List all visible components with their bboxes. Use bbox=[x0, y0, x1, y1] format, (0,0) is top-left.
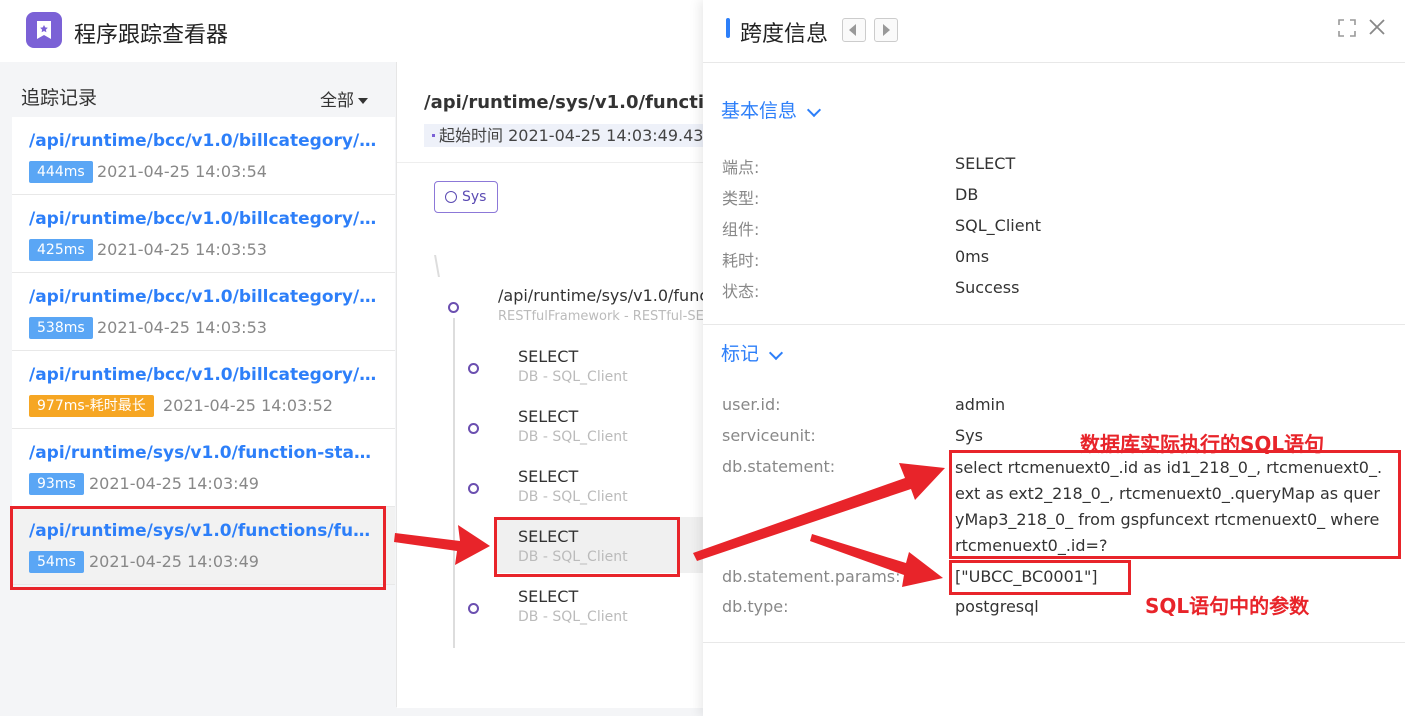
annotation-box-trace bbox=[10, 506, 386, 590]
section-title: 基本信息 bbox=[721, 100, 798, 122]
duration-badge: 444ms bbox=[29, 161, 93, 183]
trace-list-title: 追踪记录 bbox=[21, 87, 98, 109]
basic-key: 端点: bbox=[722, 158, 760, 177]
span-node-icon bbox=[468, 423, 479, 434]
chevron-down-icon bbox=[806, 102, 822, 117]
section-title: 标记 bbox=[721, 343, 760, 365]
span-info-title: 跨度信息 bbox=[740, 22, 829, 47]
expand-icon[interactable] bbox=[1338, 19, 1356, 37]
span-node-icon bbox=[468, 603, 479, 614]
app-title: 程序跟踪查看器 bbox=[74, 23, 229, 48]
close-icon[interactable] bbox=[1368, 18, 1386, 36]
tag-key: db.statement.params: bbox=[722, 567, 901, 586]
span-node-icon bbox=[468, 483, 479, 494]
tag-key: user.id: bbox=[722, 395, 781, 414]
duration-badge: 425ms bbox=[29, 239, 93, 261]
trace-filter-dropdown[interactable]: 全部 bbox=[320, 86, 368, 111]
divider bbox=[703, 324, 1405, 325]
trace-path: /api/runtime/bcc/v1.0/billcategory/billc… bbox=[29, 209, 379, 229]
span-row[interactable]: SELECT DB - SQL_Client bbox=[497, 397, 703, 453]
basic-value: SELECT bbox=[955, 154, 1016, 173]
root-span-node-icon bbox=[448, 302, 459, 313]
divider bbox=[703, 642, 1405, 643]
annotation-box-span bbox=[494, 517, 680, 577]
trace-path: /api/runtime/bcc/v1.0/billcategory/billc… bbox=[29, 131, 379, 151]
horizontal-scrollbar[interactable] bbox=[0, 707, 703, 716]
root-span-name[interactable]: /api/runtime/sys/v1.0/funct bbox=[498, 286, 714, 305]
service-tag-sys[interactable]: Sys bbox=[434, 181, 498, 213]
trace-time: 2021-04-25 14:03:54 bbox=[97, 162, 267, 181]
root-span-subtitle: RESTfulFramework - RESTful-SE bbox=[498, 309, 704, 324]
filter-label: 全部 bbox=[320, 91, 354, 111]
tag-key: db.type: bbox=[722, 597, 789, 616]
annotation-box-statement bbox=[949, 450, 1401, 559]
tag-key: serviceunit: bbox=[722, 426, 816, 445]
trace-path: /api/runtime/bcc/v1.0/billcategory/billc… bbox=[29, 287, 379, 307]
span-name: SELECT bbox=[518, 587, 579, 606]
chevron-down-icon bbox=[768, 345, 784, 360]
span-name: SELECT bbox=[518, 407, 579, 426]
next-span-button[interactable] bbox=[874, 18, 898, 42]
span-subtitle: DB - SQL_Client bbox=[518, 489, 628, 505]
span-node-icon bbox=[468, 363, 479, 374]
duration-badge: 538ms bbox=[29, 317, 93, 339]
duration-badge: 93ms bbox=[29, 473, 84, 495]
tag-value: postgresql bbox=[955, 597, 1039, 616]
span-row[interactable]: SELECT DB - SQL_Client bbox=[497, 577, 703, 633]
trace-list-item[interactable]: /api/runtime/bcc/v1.0/billcategory/billc… bbox=[12, 195, 395, 273]
trace-list-item[interactable]: /api/runtime/bcc/v1.0/billcategory/billc… bbox=[12, 351, 395, 429]
trace-path: /api/runtime/bcc/v1.0/billcategory/billc… bbox=[29, 365, 379, 385]
span-row[interactable]: SELECT DB - SQL_Client bbox=[497, 457, 703, 513]
trace-list-item[interactable]: /api/runtime/bcc/v1.0/billcategory/billc… bbox=[12, 117, 395, 195]
span-subtitle: DB - SQL_Client bbox=[518, 369, 628, 385]
basic-value: 0ms bbox=[955, 247, 990, 266]
tree-connector bbox=[453, 318, 455, 648]
trace-list-item[interactable]: /api/runtime/sys/v1.0/function-states 93… bbox=[12, 429, 395, 507]
span-name: SELECT bbox=[518, 467, 579, 486]
tag-key: db.statement: bbox=[722, 457, 836, 476]
span-subtitle: DB - SQL_Client bbox=[518, 429, 628, 445]
basic-value: DB bbox=[955, 185, 979, 204]
basic-key: 状态: bbox=[722, 282, 760, 301]
service-tag-label: Sys bbox=[462, 189, 487, 205]
trace-time: 2021-04-25 14:03:52 bbox=[163, 396, 333, 415]
tag-value: admin bbox=[955, 395, 1006, 414]
basic-info-section-toggle[interactable]: 基本信息 bbox=[721, 96, 822, 123]
basic-value: Success bbox=[955, 278, 1020, 297]
trace-start-time: 起始时间 2021-04-25 14:03:49.436 bbox=[424, 124, 703, 147]
annotation-box-params bbox=[949, 560, 1131, 595]
annotation-sql-label: 数据库实际执行的SQL语句 bbox=[1080, 432, 1325, 456]
title-accent-bar bbox=[726, 18, 730, 38]
start-time-text: 起始时间 2021-04-25 14:03:49.436 bbox=[439, 126, 703, 145]
basic-key: 耗时: bbox=[722, 251, 760, 270]
arrow-right-icon bbox=[883, 24, 890, 36]
span-subtitle: DB - SQL_Client bbox=[518, 609, 628, 625]
annotation-param-label: SQL语句中的参数 bbox=[1145, 594, 1310, 618]
duration-badge-longest: 977ms-耗时最长 bbox=[29, 395, 154, 417]
trace-time: 2021-04-25 14:03:53 bbox=[97, 240, 267, 259]
circle-icon bbox=[445, 191, 457, 203]
tag-value: Sys bbox=[955, 426, 983, 445]
bullet-icon bbox=[432, 133, 435, 137]
span-row[interactable]: SELECT DB - SQL_Client bbox=[497, 337, 703, 393]
trace-detail-path: /api/runtime/sys/v1.0/functio bbox=[424, 92, 717, 113]
arrow-left-icon bbox=[849, 24, 856, 36]
app-logo-icon bbox=[26, 12, 62, 48]
prev-span-button[interactable] bbox=[842, 18, 866, 42]
basic-key: 类型: bbox=[722, 189, 760, 208]
tags-section-toggle[interactable]: 标记 bbox=[721, 339, 784, 366]
basic-key: 组件: bbox=[722, 220, 760, 239]
trace-time: 2021-04-25 14:03:49 bbox=[89, 474, 259, 493]
span-name: SELECT bbox=[518, 347, 579, 366]
caret-down-icon bbox=[358, 98, 368, 104]
trace-path: /api/runtime/sys/v1.0/function-states bbox=[29, 443, 379, 463]
trace-time: 2021-04-25 14:03:53 bbox=[97, 318, 267, 337]
trace-list-item[interactable]: /api/runtime/bcc/v1.0/billcategory/billc… bbox=[12, 273, 395, 351]
basic-value: SQL_Client bbox=[955, 216, 1041, 235]
